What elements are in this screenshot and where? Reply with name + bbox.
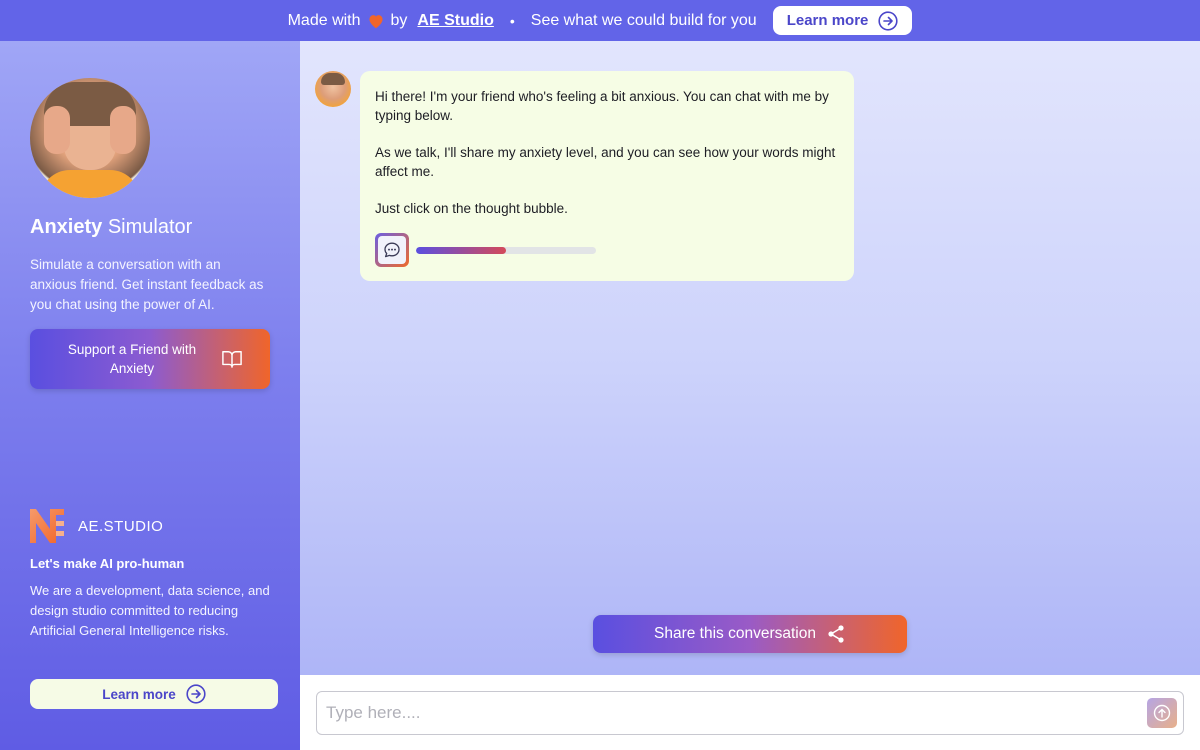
share-icon [828, 625, 844, 643]
anxious-friend-avatar [30, 78, 150, 198]
heart-icon [368, 14, 383, 28]
ae-studio-logo-icon [30, 509, 64, 543]
made-with-label: Made with [287, 11, 361, 29]
open-book-icon [222, 351, 242, 368]
sidebar: Anxiety Simulator Simulate a conversatio… [0, 41, 300, 750]
banner-learn-more-button[interactable]: Learn more [772, 6, 913, 35]
ae-studio-link[interactable]: AE Studio [417, 12, 493, 30]
studio-about: We are a development, data science, and … [30, 583, 270, 638]
app-title: Anxiety Simulator [30, 216, 192, 239]
by-label: by [390, 11, 408, 29]
send-button[interactable] [1147, 698, 1177, 728]
thought-bubble-icon [384, 242, 400, 258]
arrow-right-circle-icon [186, 684, 206, 704]
share-conversation-label: Share this conversation [654, 625, 816, 642]
banner-learn-more-label: Learn more [786, 12, 869, 29]
support-friend-button[interactable]: Support a Friend with Anxiety [30, 329, 270, 389]
anxiety-status-row [375, 233, 596, 267]
arrow-right-circle-icon [878, 10, 898, 31]
ae-studio-logo: AE.STUDIO [30, 509, 163, 543]
sidebar-learn-more-button[interactable]: Learn more [30, 679, 278, 709]
sidebar-learn-more-label: Learn more [102, 686, 176, 702]
message-paragraph: As we talk, I'll share my anxiety level,… [375, 145, 836, 179]
message-input[interactable] [316, 691, 1184, 735]
app-description: Simulate a conversation with an anxious … [30, 257, 264, 312]
thought-bubble-button[interactable] [375, 233, 409, 267]
arrow-up-circle-icon [1153, 704, 1171, 722]
anxiety-level-meter [416, 246, 596, 254]
studio-tagline: Let's make AI pro-human [30, 556, 185, 571]
share-conversation-button[interactable]: Share this conversation [593, 615, 907, 653]
message-paragraph: Hi there! I'm your friend who's feeling … [375, 89, 829, 123]
composer [300, 675, 1200, 750]
chat-message-bubble: Hi there! I'm your friend who's feeling … [360, 71, 854, 281]
anxiety-level-fill [416, 246, 506, 254]
support-friend-label: Support a Friend with Anxiety [67, 342, 197, 376]
separator-dot: • [509, 12, 515, 29]
made-with-text: Made with by [288, 12, 408, 30]
ae-studio-brand-name: AE.STUDIO [78, 517, 164, 535]
promo-banner: Made with by AE Studio • See what we cou… [0, 0, 1200, 41]
chat-area: Hi there! I'm your friend who's feeling … [300, 41, 1200, 675]
banner-pitch: See what we could build for you [530, 11, 757, 29]
message-paragraph: Just click on the thought bubble. [375, 201, 568, 216]
app-title-rest: Simulator [107, 216, 193, 238]
app-title-bold: Anxiety [30, 216, 103, 238]
friend-avatar-small [315, 71, 351, 107]
